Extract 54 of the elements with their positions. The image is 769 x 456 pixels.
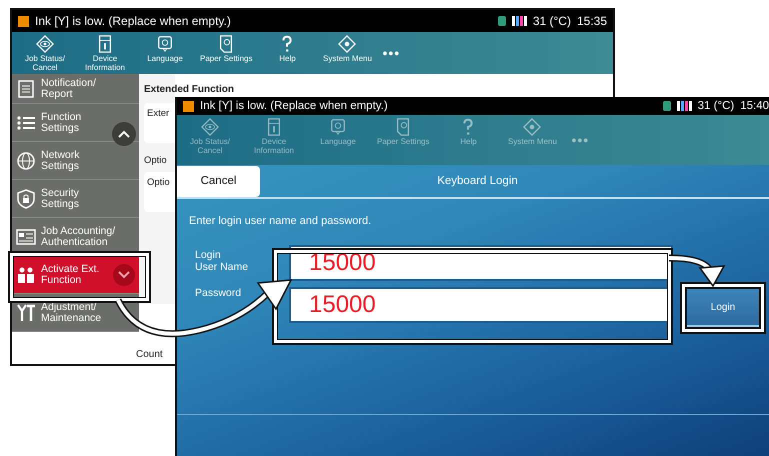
cancel-button[interactable]: Cancel (177, 166, 260, 196)
scroll-down-button[interactable] (113, 264, 135, 286)
counter-label: Count (136, 349, 163, 360)
eye-diamond-icon (201, 118, 219, 136)
clock: 15:40 (740, 100, 769, 112)
more-button[interactable]: ••• (382, 45, 400, 61)
field-label: Login User Name (195, 249, 250, 275)
report-icon (16, 78, 36, 98)
ink-bottle-icon (498, 16, 506, 26)
diamond-icon (338, 35, 356, 53)
device-info-icon (96, 35, 114, 53)
shield-lock-icon (16, 188, 36, 208)
warning-icon (18, 16, 29, 26)
toolbar-button[interactable]: Device Information (249, 118, 299, 155)
id-card-icon (16, 226, 36, 246)
temperature: 31 (°C) (698, 100, 734, 112)
toolbar-button[interactable]: Paper Settings (200, 35, 252, 63)
option-card[interactable]: Optio (144, 172, 175, 212)
speech-bubble-icon (329, 118, 347, 136)
status-message: Ink [Y] is low. (Replace when empty.) (200, 100, 389, 112)
eye-diamond-icon (36, 35, 54, 53)
toolbar-button[interactable]: Job Status/ Cancel (20, 35, 70, 72)
globe-icon (16, 150, 36, 170)
section-heading: Extended Function (144, 84, 234, 95)
toolbar-button[interactable]: Job Status/ Cancel (185, 118, 235, 155)
diamond-icon (523, 118, 542, 136)
sidebar-item[interactable]: Function Settings (12, 104, 139, 142)
toolbar-button[interactable]: Help (262, 35, 312, 63)
curved-arrow (668, 254, 726, 288)
toner-level-icon (676, 101, 692, 111)
temperature: 31 (°C) (532, 14, 571, 28)
toner-level-icon (512, 16, 527, 26)
sidebar-item[interactable]: Notification/ Report (12, 74, 139, 104)
gift-box-icon (16, 264, 36, 284)
screen-title: Keyboard Login (436, 175, 519, 187)
speech-bubble-icon (156, 35, 174, 53)
sidebar-item[interactable]: Network Settings (12, 142, 139, 180)
toolbar-button[interactable]: System Menu (322, 35, 372, 63)
option-card[interactable]: Exter (144, 103, 175, 143)
chevron-up-icon (118, 130, 130, 138)
field-label: Password (195, 287, 242, 299)
instruction-text: Enter login user name and password. (188, 214, 372, 227)
chevron-down-icon (118, 270, 130, 278)
tools-icon (16, 302, 36, 322)
sidebar-item[interactable]: Activate Ext. Function (12, 256, 139, 294)
device-info-icon (265, 118, 283, 136)
warning-icon (183, 100, 194, 112)
clock: 15:35 (576, 14, 607, 28)
status-message: Ink [Y] is low. (Replace when empty.) (35, 14, 232, 28)
ink-bottle-icon (662, 101, 671, 111)
sidebar-item[interactable]: Security Settings (12, 180, 139, 218)
toolbar-button[interactable]: Device Information (80, 35, 130, 72)
toolbar-button[interactable]: Language (140, 35, 190, 63)
section-label: Optio (144, 155, 168, 166)
